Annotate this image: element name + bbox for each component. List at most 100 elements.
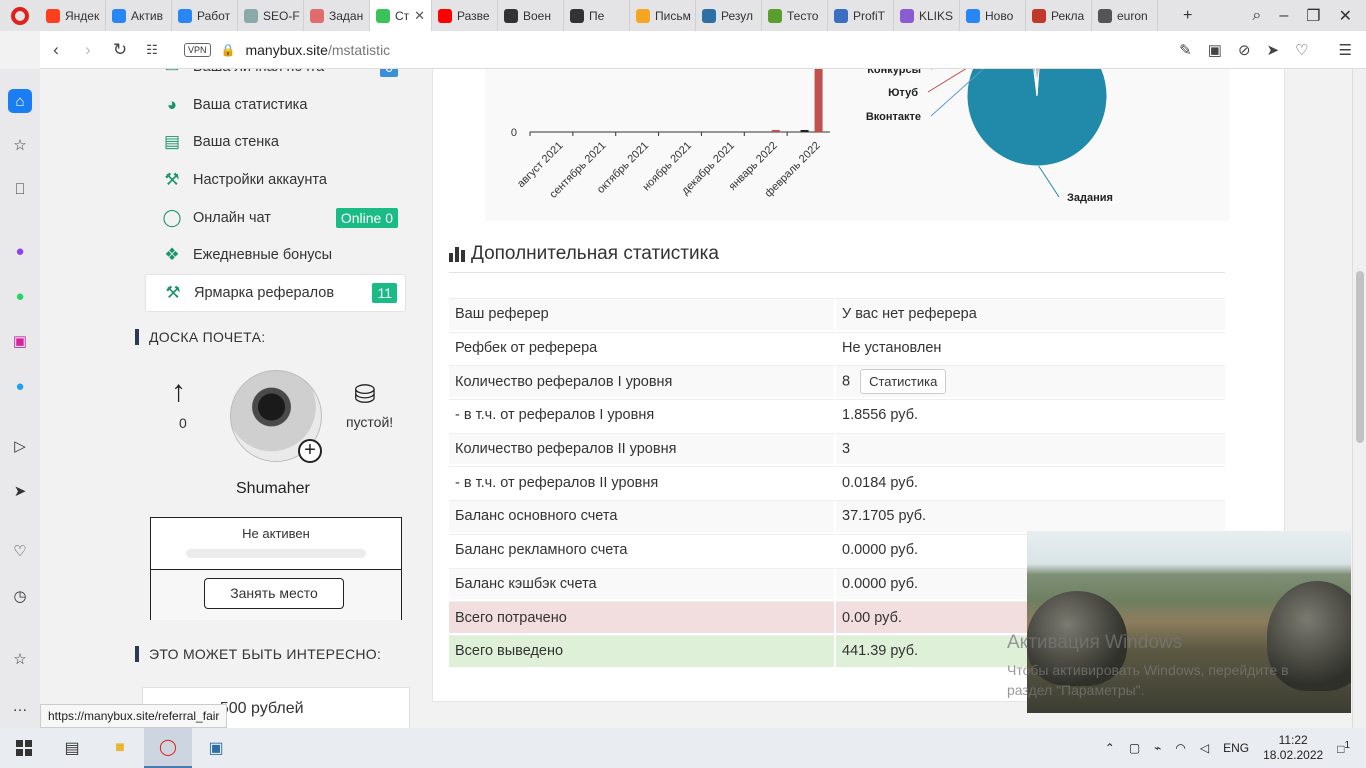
chevron-up-icon[interactable]: ⌃ (1105, 741, 1115, 755)
bar-chart-icon (449, 246, 465, 262)
easy-setup-icon[interactable]: ☰ (1339, 41, 1352, 59)
power-icon[interactable]: ⌁ (1154, 741, 1161, 755)
tab-4[interactable]: Задан (304, 0, 370, 31)
take-place-button[interactable]: Занять место (204, 578, 344, 609)
tab-16[interactable]: euron (1092, 0, 1158, 31)
instagram-icon[interactable]: ▣ (8, 329, 32, 353)
reload-icon[interactable]: ↻ (104, 40, 136, 60)
tab-label: SEO-F (263, 8, 300, 23)
tab-2[interactable]: Работ (172, 0, 238, 31)
tab-7[interactable]: Воен (498, 0, 564, 31)
yandex-icon (46, 8, 60, 23)
task-view-icon[interactable]: ▤ (48, 728, 96, 768)
close-tab-icon[interactable]: ✕ (414, 8, 425, 24)
mail-icon (636, 8, 650, 23)
remote-desktop-icon[interactable]: ▣ (192, 728, 240, 768)
notification-icon[interactable]: □1 (1337, 740, 1350, 756)
stat-value: 0.00 руб. (842, 609, 902, 626)
favorites-icon[interactable]: ♡ (8, 539, 32, 563)
explorer-icon[interactable]: ■ (96, 728, 144, 768)
ninja-icon (504, 8, 518, 23)
tab-tools: + ⌕ – ❐ ✕ (1183, 6, 1366, 26)
start-icon[interactable] (0, 728, 48, 768)
send-icon[interactable]: ➤ (1267, 41, 1280, 59)
referrals-stats-button[interactable]: Статистика (860, 369, 947, 395)
wifi-icon[interactable]: ◠ (1175, 741, 1185, 755)
adblock-icon[interactable]: ⊘ (1238, 41, 1251, 59)
menu-item-0[interactable]: ✉ Ваша личная почта 0 (145, 69, 406, 86)
tab-label: Задан (329, 8, 364, 23)
meet-icon[interactable]: ▢ (1129, 741, 1140, 755)
stat-value-cell: 8 Статистика (836, 365, 1225, 398)
plus-icon[interactable]: + (298, 439, 322, 463)
tab-0[interactable]: Яндек (40, 0, 106, 31)
tab-10[interactable]: Резул (696, 0, 762, 31)
tab-3[interactable]: SEO-F (238, 0, 304, 31)
tab-label: Ст (395, 8, 410, 23)
edit-icon[interactable]: ✎ (1179, 41, 1192, 59)
youtube-icon (438, 8, 452, 23)
stat-value: 1.8556 руб. (842, 407, 919, 424)
vpn-badge[interactable]: VPN (184, 42, 211, 57)
player-icon[interactable]: ▷ (8, 434, 32, 458)
tab-8[interactable]: Пе (564, 0, 630, 31)
url-field[interactable]: manybux.site/mstatistic (245, 42, 390, 58)
volume-icon[interactable]: ◁ (1200, 741, 1209, 755)
new-tab-icon[interactable]: + (1183, 7, 1192, 25)
minimize-icon[interactable]: – (1279, 7, 1288, 25)
activation-title: Активация Windows (1007, 632, 1183, 653)
heart-icon[interactable]: ♡ (1295, 41, 1308, 59)
coins-icon: ⛁ (354, 379, 376, 409)
more-icon[interactable]: … (8, 694, 32, 718)
menu-item-6[interactable]: ⚒ Ярмарка рефералов 11 (145, 274, 406, 312)
tab-13[interactable]: KLIKS (894, 0, 960, 31)
messenger-icon[interactable]: ● (8, 239, 32, 263)
system-tray: ⌃ ▢ ⌁ ◠ ◁ ENG 11:22 18.02.2022 □1 (1105, 733, 1366, 763)
menu-item-4[interactable]: ◯ Онлайн чат Online 0 (145, 199, 406, 237)
camera-icon[interactable]: ▣ (1208, 41, 1222, 59)
scrollbar-thumb[interactable] (1356, 271, 1364, 443)
opera-taskbar-icon[interactable]: ◯ (144, 728, 192, 768)
opera-menu-button[interactable] (0, 0, 40, 31)
menu-item-1[interactable]: ◕ Ваша статистика (145, 86, 406, 124)
tab-14[interactable]: Ново (960, 0, 1026, 31)
clock[interactable]: 11:22 18.02.2022 (1263, 733, 1323, 763)
stat-label: - в т.ч. от рефералов II уровня (449, 466, 836, 499)
speed-dial-icon[interactable]: ☷ (136, 42, 168, 58)
tab-5[interactable]: Ст ✕ (370, 0, 432, 31)
table-row: Ваш реферер У вас нет реферера (449, 298, 1225, 330)
lock-icon[interactable]: 🔒 (221, 43, 236, 57)
menu-item-2[interactable]: ▤ Ваша стенка (145, 123, 406, 161)
tips-icon[interactable]: ☆ (8, 647, 32, 671)
tab-label: Воен (523, 8, 551, 23)
tab-11[interactable]: Тесто (762, 0, 828, 31)
page-scrollbar[interactable] (1352, 69, 1366, 728)
tab-15[interactable]: Рекла (1026, 0, 1092, 31)
whatsapp-icon[interactable]: ● (8, 284, 32, 308)
menu-item-5[interactable]: ❖ Ежедневные бонусы (145, 236, 406, 274)
wallet-icon[interactable]: ⎕ (8, 177, 32, 201)
back-icon[interactable]: ‹ (40, 40, 72, 60)
pie-chart-icon: ◕ (166, 94, 178, 114)
tab-6[interactable]: Разве (432, 0, 498, 31)
menu-item-3[interactable]: ⚒ Настройки аккаунта (145, 161, 406, 199)
star-icon[interactable]: ☆ (8, 133, 32, 157)
twitter-icon[interactable]: ● (8, 374, 32, 398)
menu-item-label: Ваша личная почта (193, 69, 324, 75)
flow-icon[interactable]: ➤ (8, 479, 32, 503)
close-window-icon[interactable]: ✕ (1339, 6, 1352, 26)
menu-badge: 11 (372, 282, 397, 303)
home-icon[interactable]: ⌂ (8, 89, 32, 113)
stat-label: Количество рефералов I уровня (449, 365, 836, 398)
tab-9[interactable]: Письм (630, 0, 696, 31)
restore-icon[interactable]: ❐ (1306, 6, 1320, 26)
tab-12[interactable]: ProfiT (828, 0, 894, 31)
menu-badge: Online 0 (335, 207, 398, 228)
language-indicator[interactable]: ENG (1223, 741, 1249, 755)
status-url: https://manybux.site/referral_fair (40, 704, 228, 728)
forward-icon[interactable]: › (72, 40, 104, 60)
history-icon[interactable]: ◷ (8, 584, 32, 608)
tab-1[interactable]: Актив (106, 0, 172, 31)
search-tabs-icon[interactable]: ⌕ (1252, 7, 1261, 25)
stat-value-cell: У вас нет реферера (836, 298, 1225, 330)
